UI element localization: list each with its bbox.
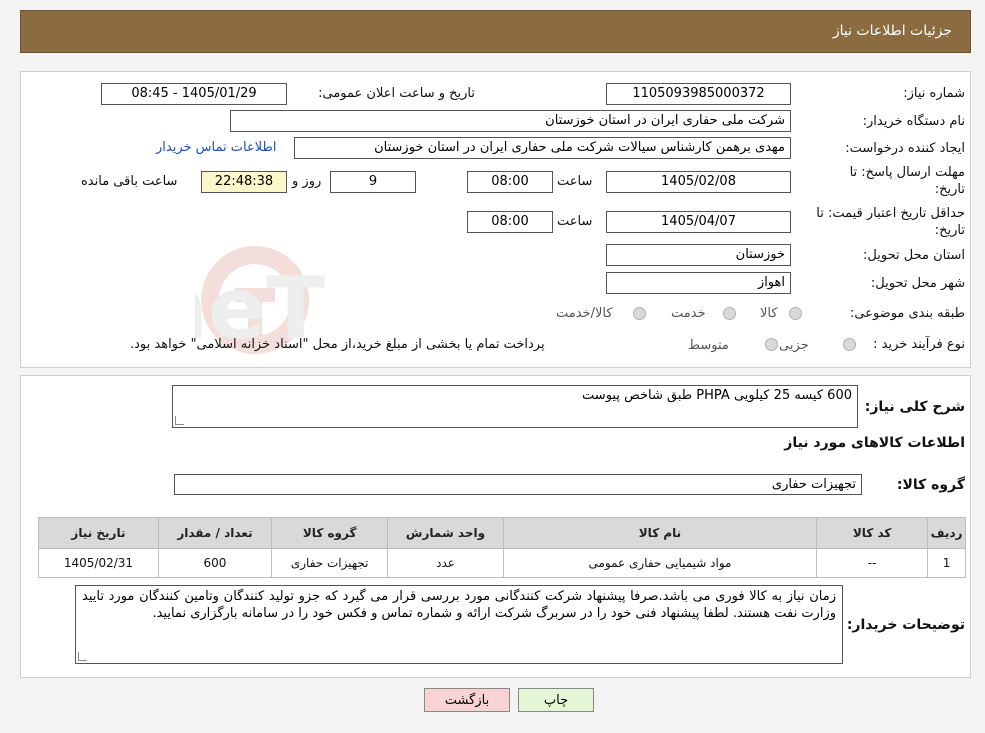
col-code: کد کالا [816,517,929,549]
buyer-org-label: نام دستگاه خریدار: [862,114,965,129]
cell-code: -- [816,548,929,578]
price-validity-time-label: ساعت [557,214,593,229]
category-goods-service-label: کالا/خدمت [556,306,613,321]
goods-table-header: ردیف کد کالا نام کالا واحد شمارش گروه کا… [38,517,966,549]
days-suffix-label: روز و [292,174,322,189]
need-summary-field[interactable]: 600 کیسه 25 کیلویی PHPA طبق شاخص پیوست [172,385,858,428]
deadline-time-field: 08:00 [467,171,553,193]
purchase-medium-label: متوسط [688,338,729,353]
back-button[interactable]: بازگشت [424,688,510,712]
purchase-minor-radio[interactable] [843,338,856,351]
cell-date: 1405/02/31 [38,548,159,578]
cell-row: 1 [927,548,966,578]
remaining-suffix-label: ساعت باقی مانده [81,174,178,189]
announce-datetime-label: تاریخ و ساعت اعلان عمومی: [318,86,475,101]
cell-qty: 600 [157,548,273,578]
need-number-field: 1105093985000372 [606,83,791,105]
remaining-time-field: 22:48:38 [201,171,287,193]
col-name: نام کالا [502,517,818,549]
purchase-medium-radio[interactable] [765,338,778,351]
delivery-city-label: شهر محل تحویل: [870,276,965,291]
requester-label: ایجاد کننده درخواست: [845,141,965,156]
col-unit: واحد شمارش [387,517,504,549]
price-validity-label-line2: تاریخ: [934,223,965,238]
deadline-label-line2: تاریخ: [934,182,965,197]
subject-category-label: طبقه بندی موضوعی: [849,306,965,321]
buyer-notes-label: توضیحات خریدار: [846,617,965,633]
purchase-type-label: نوع فرآیند خرید : [873,337,965,352]
col-row: ردیف [927,517,966,549]
category-goods-radio[interactable] [789,307,802,320]
print-button[interactable]: چاپ [518,688,594,712]
buyer-notes-text: زمان نیاز به کالا فوری می باشد.صرفا پیشن… [82,589,836,621]
price-validity-date-field: 1405/04/07 [606,211,791,233]
deadline-date-field: 1405/02/08 [606,171,791,193]
cell-name: مواد شیمیایی حفاری عمومی [502,548,818,578]
buyer-contact-link[interactable]: اطلاعات تماس خریدار [156,140,276,155]
delivery-city-field: اهواز [606,272,791,294]
price-validity-label: حداقل تاریخ اعتبار قیمت: تا [816,206,965,221]
remaining-days-field: 9 [330,171,416,193]
treasury-note-checkbox-label[interactable]: پرداخت تمام یا بخشی از مبلغ خرید،از محل … [130,337,545,352]
col-qty: تعداد / مقدار [157,517,273,549]
cell-group: تجهیزات حفاری [271,548,389,578]
need-summary-label: شرح کلی نیاز: [864,399,965,415]
requester-field: مهدی برهمن کارشناس سیالات شرکت ملی حفاری… [294,137,791,159]
goods-info-title: اطلاعات کالاهای مورد نیاز [784,435,965,451]
need-summary-text: 600 کیسه 25 کیلویی PHPA طبق شاخص پیوست [582,388,852,403]
category-goods-service-radio[interactable] [633,307,646,320]
col-date: تاریخ نیاز [38,517,159,549]
cell-unit: عدد [387,548,504,578]
purchase-minor-label: جزیی [779,338,809,353]
deadline-time-label: ساعت [557,174,593,189]
announce-datetime-field: 1405/01/29 - 08:45 [101,83,287,105]
goods-group-field: تجهیزات حفاری [174,474,862,495]
treasury-note-text: پرداخت تمام یا بخشی از مبلغ خرید،از محل … [130,337,545,352]
table-row: 1 -- مواد شیمیایی حفاری عمومی عدد تجهیزا… [38,548,966,578]
category-service-radio[interactable] [723,307,736,320]
buyer-org-field: شرکت ملی حفاری ایران در استان خوزستان [230,110,791,132]
delivery-province-field: خوزستان [606,244,791,266]
col-group: گروه کالا [271,517,389,549]
buyer-notes-field[interactable]: زمان نیاز به کالا فوری می باشد.صرفا پیشن… [75,585,843,664]
goods-group-label: گروه کالا: [896,477,965,493]
goods-table: ردیف کد کالا نام کالا واحد شمارش گروه کا… [38,517,966,578]
page-title: جزئیات اطلاعات نیاز [832,23,952,39]
page-header: جزئیات اطلاعات نیاز [20,10,971,53]
resize-handle-icon[interactable] [78,652,87,661]
category-goods-label: کالا [760,306,778,321]
need-number-label: شماره نیاز: [903,86,965,101]
resize-handle-icon[interactable] [175,416,184,425]
delivery-province-label: استان محل تحویل: [863,248,965,263]
price-validity-time-field: 08:00 [467,211,553,233]
category-service-label: خدمت [671,306,706,321]
deadline-label: مهلت ارسال پاسخ: تا [849,165,965,180]
